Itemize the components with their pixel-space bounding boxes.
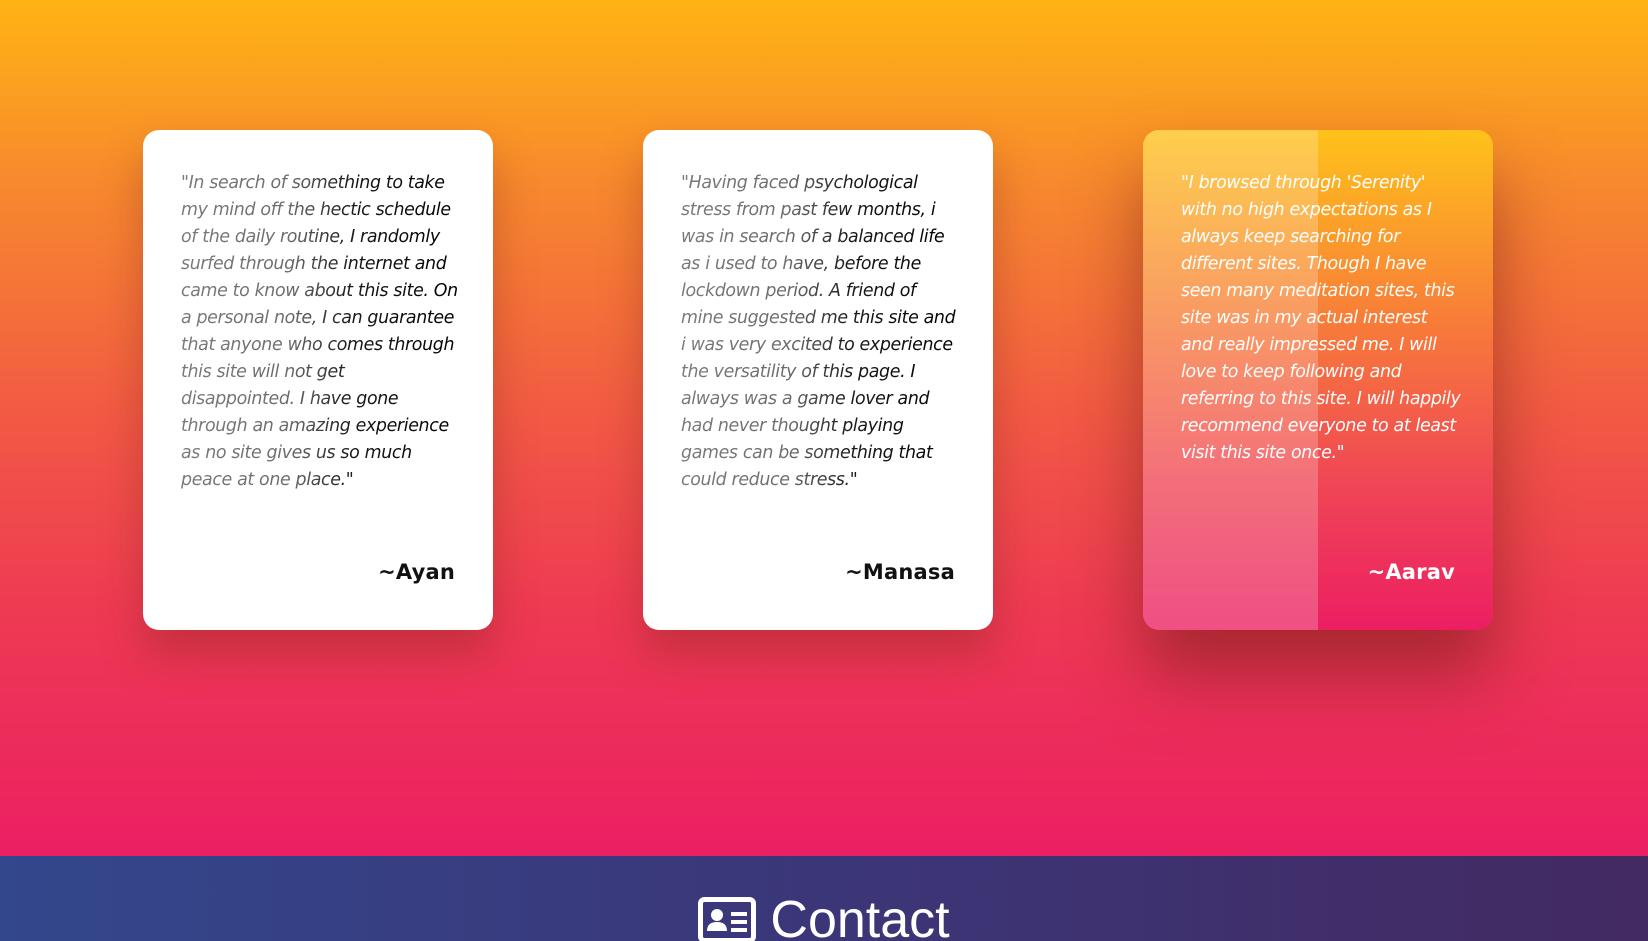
contact-card-icon <box>698 897 757 941</box>
testimonial-author: ~Ayan <box>378 560 455 584</box>
testimonial-card-ayan: "In search of something to take my mind … <box>143 130 493 630</box>
contact-title-text: Contact <box>770 891 950 941</box>
testimonial-author: ~Manasa <box>845 560 955 584</box>
testimonial-card-manasa: "Having faced psychological stress from … <box>643 130 993 630</box>
testimonial-quote: "I browsed through 'Serenity' with no hi… <box>1181 173 1461 463</box>
contact-section-header: Contact <box>0 856 1648 941</box>
contact-heading: Contact <box>698 890 950 941</box>
page: "In search of something to take my mind … <box>0 0 1648 941</box>
testimonials-section: "In search of something to take my mind … <box>0 0 1648 856</box>
testimonial-quote: "In search of something to take my mind … <box>181 170 463 494</box>
testimonial-quote: "Having faced psychological stress from … <box>681 170 963 494</box>
testimonial-author: ~Aarav <box>1367 560 1455 584</box>
testimonial-card-aarav[interactable]: "I browsed through 'Serenity' with no hi… <box>1143 130 1493 630</box>
